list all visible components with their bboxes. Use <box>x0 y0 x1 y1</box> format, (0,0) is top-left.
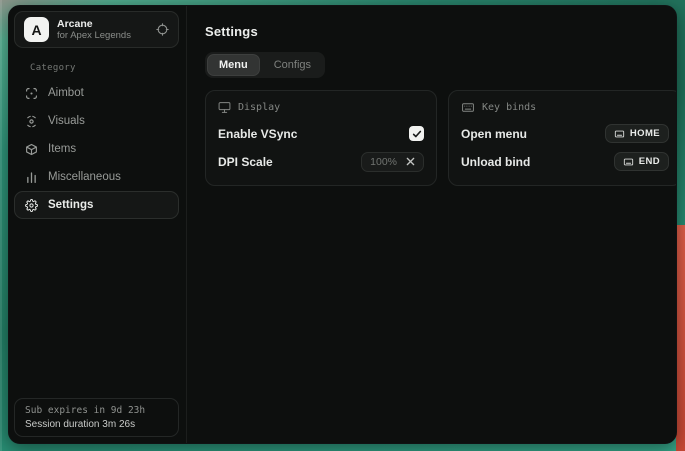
app-subtitle: for Apex Legends <box>57 30 148 41</box>
sidebar-item-label: Settings <box>48 199 93 211</box>
unload-bind-label: Unload bind <box>461 155 530 169</box>
keybinds-card: Key binds Open menu HOME Unload bind <box>448 90 677 186</box>
unload-bind-button[interactable]: END <box>614 152 669 171</box>
sidebar-item-label: Items <box>48 143 76 155</box>
app-header-card: A Arcane for Apex Legends <box>14 11 179 48</box>
open-menu-row: Open menu HOME <box>461 121 669 146</box>
sidebar-item-items[interactable]: Items <box>14 135 179 163</box>
main-content: Settings Menu Configs Display Enable VSy… <box>187 6 677 443</box>
open-menu-bind-button[interactable]: HOME <box>605 124 669 143</box>
subscription-card: Sub expires in 9d 23h Session duration 3… <box>14 398 179 437</box>
app-title-block: Arcane for Apex Legends <box>57 18 148 42</box>
dpi-scale-value: 100% <box>370 156 397 168</box>
gear-icon <box>24 199 38 212</box>
dpi-scale-input[interactable]: 100% <box>361 152 424 172</box>
box-icon <box>24 143 38 156</box>
tab-configs[interactable]: Configs <box>262 54 323 76</box>
display-card-header: Display <box>218 101 424 114</box>
app-logo-letter: A <box>31 22 41 38</box>
category-label: Category <box>30 63 186 73</box>
vsync-row: Enable VSync <box>218 121 424 146</box>
tab-bar: Menu Configs <box>205 52 325 78</box>
sidebar-item-label: Miscellaneous <box>48 171 121 183</box>
sidebar-item-label: Visuals <box>48 115 85 127</box>
app-logo: A <box>24 17 49 42</box>
scan-icon <box>24 115 38 128</box>
unload-bind-row: Unload bind END <box>461 149 669 174</box>
app-name: Arcane <box>57 18 148 31</box>
page-title: Settings <box>205 24 677 39</box>
open-menu-bind-value: HOME <box>630 128 660 139</box>
desktop-background-orange-strip <box>676 225 685 451</box>
sidebar-nav: Aimbot Visuals Items <box>9 79 186 219</box>
settings-cards-row: Display Enable VSync DPI Scale <box>205 90 677 186</box>
sub-expiry-text: Sub expires in 9d 23h <box>25 405 168 416</box>
checkmark-icon <box>412 129 422 139</box>
dpi-scale-row: DPI Scale 100% <box>218 149 424 174</box>
keyboard-icon <box>461 101 475 114</box>
vsync-checkbox[interactable] <box>409 126 424 141</box>
open-menu-label: Open menu <box>461 127 527 141</box>
app-window: A Arcane for Apex Legends Category A <box>8 5 677 444</box>
unload-bind-value: END <box>639 156 660 167</box>
sidebar-item-visuals[interactable]: Visuals <box>14 107 179 135</box>
display-card-title: Display <box>238 102 280 113</box>
sidebar-item-aimbot[interactable]: Aimbot <box>14 79 179 107</box>
dpi-scale-label: DPI Scale <box>218 155 273 169</box>
tab-menu[interactable]: Menu <box>207 54 260 76</box>
crosshair-target-icon[interactable] <box>156 23 169 36</box>
sidebar: A Arcane for Apex Legends Category A <box>9 6 187 443</box>
columns-icon <box>24 171 38 184</box>
sidebar-item-miscellaneous[interactable]: Miscellaneous <box>14 163 179 191</box>
sidebar-item-label: Aimbot <box>48 87 84 99</box>
session-duration-text: Session duration 3m 26s <box>25 419 168 430</box>
sidebar-item-settings[interactable]: Settings <box>14 191 179 219</box>
keybinds-card-title: Key binds <box>482 102 536 113</box>
keyboard-icon <box>623 157 634 167</box>
display-card: Display Enable VSync DPI Scale <box>205 90 437 186</box>
monitor-icon <box>218 101 231 114</box>
keyboard-icon <box>614 129 625 139</box>
clear-icon[interactable] <box>406 157 415 166</box>
keybinds-card-header: Key binds <box>461 101 669 114</box>
crosshair-icon <box>24 87 38 100</box>
vsync-label: Enable VSync <box>218 127 297 141</box>
